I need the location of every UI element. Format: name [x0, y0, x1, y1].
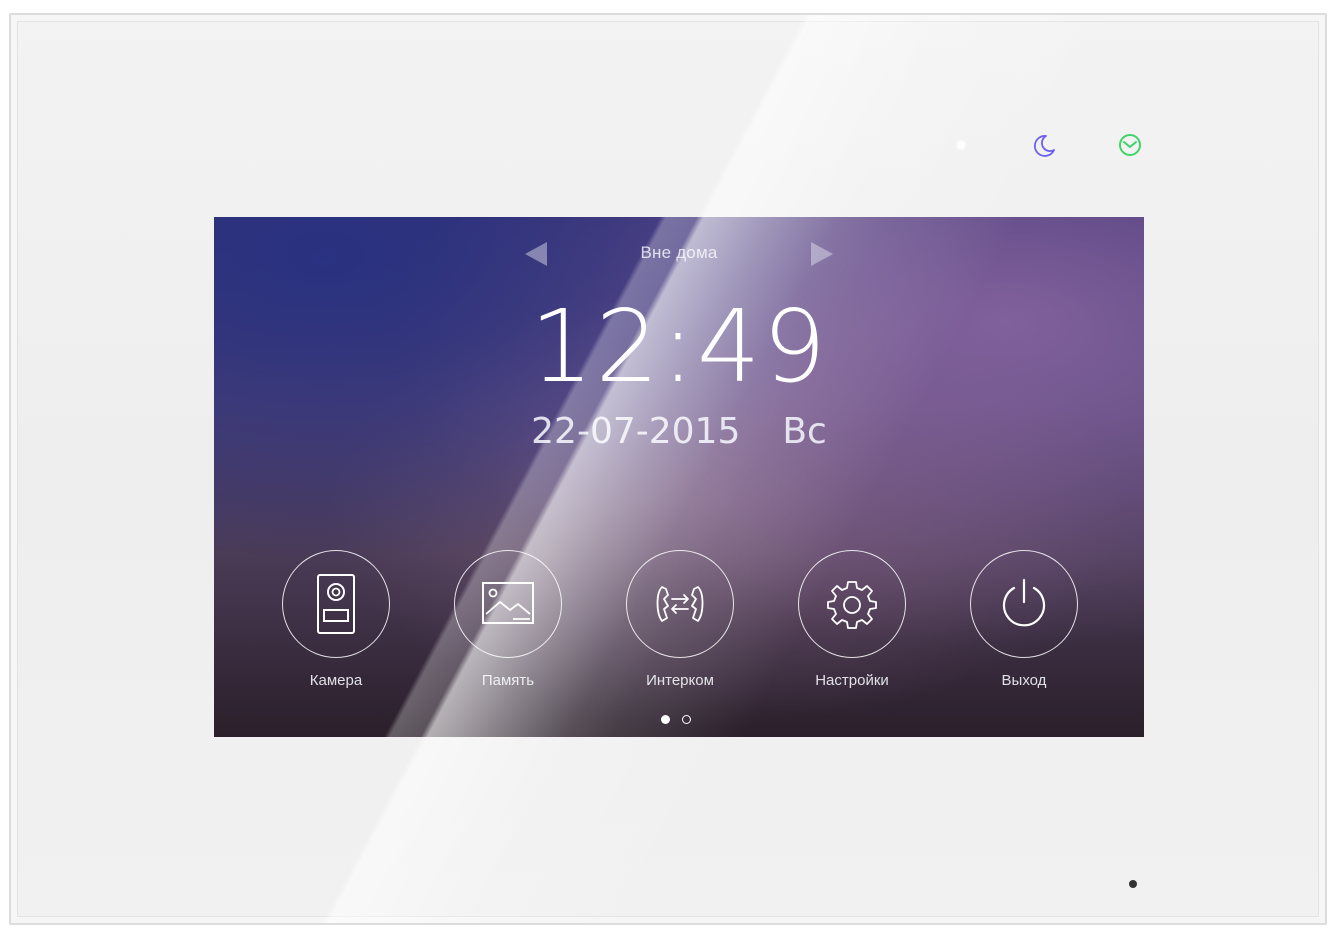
- memory-button[interactable]: [454, 550, 562, 658]
- camera-button[interactable]: [282, 550, 390, 658]
- arrow-right-icon[interactable]: [811, 242, 833, 266]
- light-sensor: [957, 141, 965, 149]
- page-indicator: [661, 715, 701, 727]
- moon-icon: [1029, 130, 1059, 160]
- menu-item-settings[interactable]: Настройки: [783, 550, 923, 690]
- gear-icon: [827, 581, 877, 629]
- intercom-monitor: Вне дома 12:49 22-07-2015 Вс Камера Памя…: [9, 13, 1327, 925]
- menu-label-intercom: Интерком: [646, 672, 714, 689]
- date-value: 22-07-2015: [531, 411, 741, 452]
- menu-item-intercom[interactable]: Интерком: [611, 550, 751, 690]
- exit-button[interactable]: [970, 550, 1078, 658]
- menu-item-exit[interactable]: Выход: [955, 550, 1095, 690]
- arrow-left-icon[interactable]: [525, 242, 547, 266]
- menu-label-settings: Настройки: [815, 672, 889, 689]
- microphone-hole: [1129, 880, 1137, 888]
- status-icon: [1115, 130, 1145, 160]
- intercom-button[interactable]: [626, 550, 734, 658]
- page-dot-2[interactable]: [682, 715, 691, 724]
- settings-button[interactable]: [798, 550, 906, 658]
- weekday-value: Вс: [782, 411, 827, 452]
- mode-label: Вне дома: [640, 243, 718, 262]
- menu-label-exit: Выход: [1001, 672, 1047, 689]
- menu-item-memory[interactable]: Память: [439, 550, 579, 690]
- page-dot-1[interactable]: [661, 715, 670, 724]
- menu-item-camera[interactable]: Камера: [267, 550, 407, 690]
- image-gallery-icon: [482, 582, 534, 624]
- main-menu: Камера Память Интерком Настройки Выход: [214, 550, 1144, 690]
- date-row: 22-07-2015 Вс: [214, 412, 1144, 452]
- clock-time: 12:49: [529, 288, 829, 405]
- intercom-phones-icon: [656, 586, 704, 622]
- mode-selector: Вне дома: [214, 239, 1144, 269]
- menu-label-memory: Память: [481, 672, 535, 689]
- display-screen: Вне дома 12:49 22-07-2015 Вс Камера Памя…: [214, 217, 1144, 737]
- menu-label-camera: Камера: [309, 672, 363, 689]
- power-icon: [1002, 578, 1046, 627]
- doorbell-camera-icon: [317, 574, 355, 634]
